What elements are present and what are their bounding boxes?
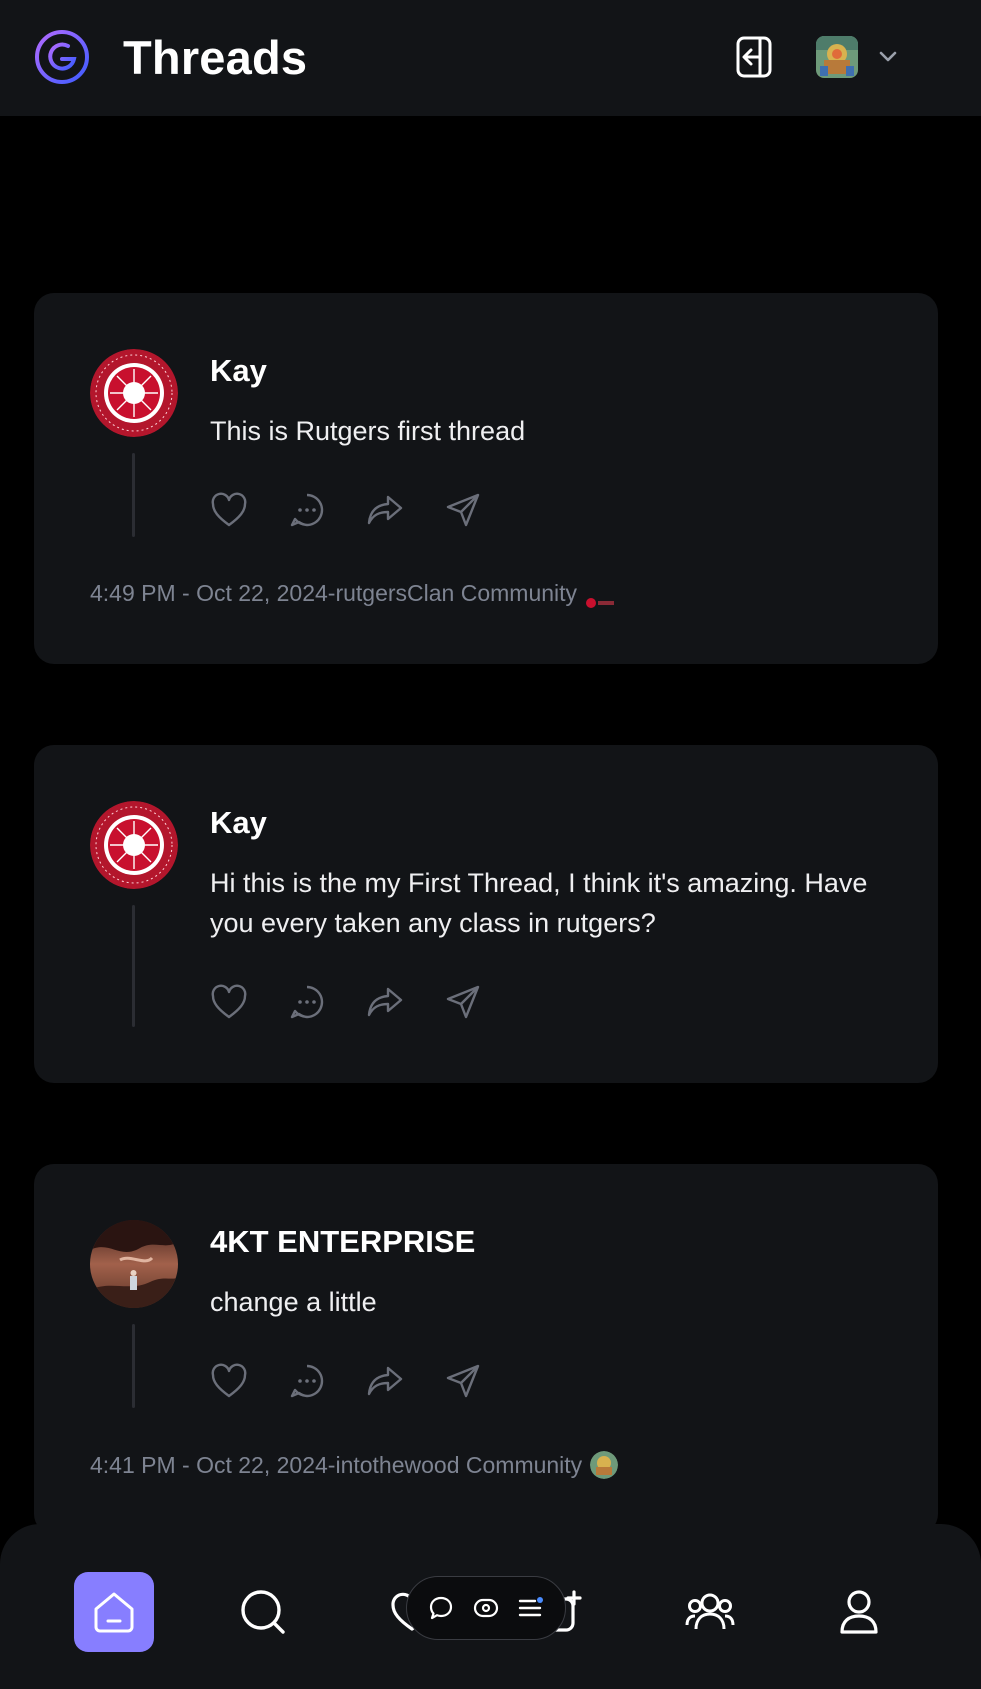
nav-communities[interactable] xyxy=(670,1572,750,1652)
thread-card[interactable]: Kay Hi this is the my First Thread, I th… xyxy=(34,745,938,1083)
thread-content: This is Rutgers first thread xyxy=(210,416,526,446)
repost-icon xyxy=(367,495,403,525)
like-button[interactable] xyxy=(210,1362,248,1400)
communities-icon xyxy=(685,1593,735,1630)
chevron-down-icon xyxy=(879,51,897,62)
thread-content: change a little xyxy=(210,1287,377,1317)
logout-button[interactable] xyxy=(732,35,776,79)
view-button[interactable] xyxy=(471,1593,501,1623)
repost-button[interactable] xyxy=(366,983,404,1021)
author-avatar[interactable] xyxy=(90,349,178,437)
chat-button[interactable] xyxy=(426,1593,456,1623)
thread-actions xyxy=(210,491,482,529)
author-name[interactable]: 4KT ENTERPRISE xyxy=(210,1224,475,1260)
nav-home[interactable] xyxy=(74,1572,154,1652)
comment-icon xyxy=(290,493,324,527)
floating-toolbar xyxy=(406,1576,566,1640)
eye-icon xyxy=(473,1598,499,1618)
reply-button[interactable] xyxy=(288,491,326,529)
send-icon xyxy=(446,493,480,527)
author-avatar[interactable] xyxy=(90,1220,178,1308)
nav-search[interactable] xyxy=(223,1572,303,1652)
author-name[interactable]: Kay xyxy=(210,353,267,389)
like-button[interactable] xyxy=(210,491,248,529)
home-icon xyxy=(94,1592,134,1633)
repost-button[interactable] xyxy=(366,491,404,529)
heart-icon xyxy=(211,1363,247,1398)
thread-meta-text: 4:49 PM - Oct 22, 2024-rutgersClan Commu… xyxy=(90,580,578,606)
share-button[interactable] xyxy=(444,983,482,1021)
thread-line xyxy=(132,453,135,537)
top-bar: Threads xyxy=(0,0,981,116)
thread-meta: 4:49 PM - Oct 22, 2024-rutgersClan Commu… xyxy=(90,580,615,608)
repost-button[interactable] xyxy=(366,1362,404,1400)
organization-switcher[interactable] xyxy=(816,34,898,80)
send-icon xyxy=(446,985,480,1019)
thread-line xyxy=(132,905,135,1027)
thread-card[interactable]: Kay This is Rutgers first thread 4:49 PM… xyxy=(34,293,938,664)
reply-button[interactable] xyxy=(288,983,326,1021)
thread-card[interactable]: 4KT ENTERPRISE change a little 4:41 PM -… xyxy=(34,1164,938,1534)
organization-avatar xyxy=(816,36,858,78)
thread-meta: 4:41 PM - Oct 22, 2024-intothewood Commu… xyxy=(90,1451,619,1479)
heart-icon xyxy=(211,984,247,1019)
thread-meta-text: 4:41 PM - Oct 22, 2024-intothewood Commu… xyxy=(90,1451,583,1478)
community-icon[interactable] xyxy=(585,588,615,608)
thread-content: Hi this is the my First Thread, I think … xyxy=(210,868,868,938)
like-button[interactable] xyxy=(210,983,248,1021)
community-icon[interactable] xyxy=(590,1451,619,1479)
chat-bubble-icon xyxy=(430,1596,453,1620)
thread-actions xyxy=(210,983,482,1021)
author-avatar[interactable] xyxy=(90,801,178,889)
menu-button[interactable] xyxy=(516,1593,546,1623)
thread-line xyxy=(132,1324,135,1408)
thread-actions xyxy=(210,1362,482,1400)
menu-icon xyxy=(518,1597,543,1617)
search-icon xyxy=(241,1590,285,1634)
threads-logo-icon[interactable] xyxy=(34,29,90,85)
send-icon xyxy=(446,1364,480,1398)
nav-profile[interactable] xyxy=(819,1572,899,1652)
repost-icon xyxy=(367,987,403,1017)
share-button[interactable] xyxy=(444,1362,482,1400)
app-title: Threads xyxy=(123,31,308,84)
share-button[interactable] xyxy=(444,491,482,529)
repost-icon xyxy=(367,1366,403,1396)
heart-icon xyxy=(211,492,247,527)
profile-icon xyxy=(840,1590,878,1634)
reply-button[interactable] xyxy=(288,1362,326,1400)
comment-icon xyxy=(290,1364,324,1398)
comment-icon xyxy=(290,985,324,1019)
author-name[interactable]: Kay xyxy=(210,805,267,841)
logout-icon xyxy=(736,36,772,78)
